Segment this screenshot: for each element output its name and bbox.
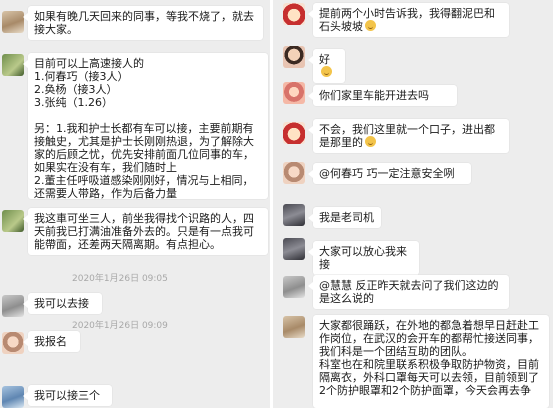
- avatar[interactable]: [283, 46, 305, 68]
- message-bubble[interactable]: 我可以接三个: [23, 385, 112, 406]
- message-bubble[interactable]: @慧慧 反正昨天就去问了我们这边的是这么说的: [308, 275, 509, 309]
- avatar[interactable]: [283, 276, 305, 298]
- message-bubble[interactable]: 不会，我们这里就一个口子，进出都是那里的: [308, 119, 509, 153]
- timestamp: 2020年1月26日 09:05: [72, 274, 168, 284]
- avatar[interactable]: [283, 3, 305, 25]
- message-bubble[interactable]: 我是老司机: [308, 207, 381, 228]
- message-bubble[interactable]: 大家都很踊跃，在外地的都急着想早日赶赴工作岗位，在武汉的会开车的都帮忙接送同事，…: [313, 315, 549, 408]
- avatar[interactable]: [2, 332, 24, 354]
- avatar[interactable]: [283, 238, 305, 260]
- avatar[interactable]: [2, 295, 24, 317]
- chat-panel-right[interactable]: 提前两个小时告诉我，我得翻泥巴和石头坡坡 好 你们家里车能开进去吗 不会，我们这…: [273, 0, 553, 408]
- avatar[interactable]: [283, 82, 305, 104]
- message-text: 不会，我们这里就一个口子，进出都是那里的: [319, 123, 495, 149]
- avatar[interactable]: [2, 386, 24, 408]
- avatar[interactable]: [2, 210, 24, 232]
- message-bubble[interactable]: @何春巧 巧一定注意安全咧: [308, 163, 471, 184]
- message-bubble[interactable]: 如果有晚几天回来的同事，等我不烧了，就去接大家。: [23, 6, 263, 40]
- message-text: 好: [319, 53, 330, 66]
- avatar[interactable]: [283, 162, 305, 184]
- message-bubble[interactable]: 你们家里车能开进去吗: [308, 85, 457, 106]
- message-bubble[interactable]: 我可以去接: [23, 293, 102, 314]
- screenshot-collage: 如果有晚几天回来的同事，等我不烧了，就去接大家。 目前可以上高速接人的 1.何春…: [0, 0, 553, 408]
- message-bubble[interactable]: 我这車可坐三人，前坐我得找个识路的人，四天前我已打满油准备外去的。只是有一点我可…: [23, 208, 268, 255]
- timestamp: 2020年1月26日 09:09: [72, 321, 168, 331]
- smile-emoji: [365, 136, 376, 147]
- message-bubble[interactable]: 提前两个小时告诉我，我得翻泥巴和石头坡坡: [308, 3, 509, 37]
- avatar[interactable]: [283, 204, 305, 226]
- message-bubble[interactable]: 目前可以上高速接人的 1.何春巧（接3人） 2.奂杨（接3人） 3.张纯（1.2…: [23, 53, 268, 200]
- avatar[interactable]: [283, 122, 305, 144]
- avatar[interactable]: [2, 11, 24, 33]
- smile-emoji: [365, 20, 376, 31]
- avatar[interactable]: [283, 316, 305, 338]
- message-bubble[interactable]: 大家可以放心我来接: [308, 241, 419, 275]
- message-bubble[interactable]: 我报名: [23, 331, 80, 352]
- avatar[interactable]: [2, 54, 24, 76]
- message-text: 提前两个小时告诉我，我得翻泥巴和石头坡坡: [319, 7, 495, 33]
- chat-panel-left[interactable]: 如果有晚几天回来的同事，等我不烧了，就去接大家。 目前可以上高速接人的 1.何春…: [0, 0, 270, 408]
- message-bubble[interactable]: 好: [308, 49, 345, 83]
- smile-emoji: [321, 66, 332, 77]
